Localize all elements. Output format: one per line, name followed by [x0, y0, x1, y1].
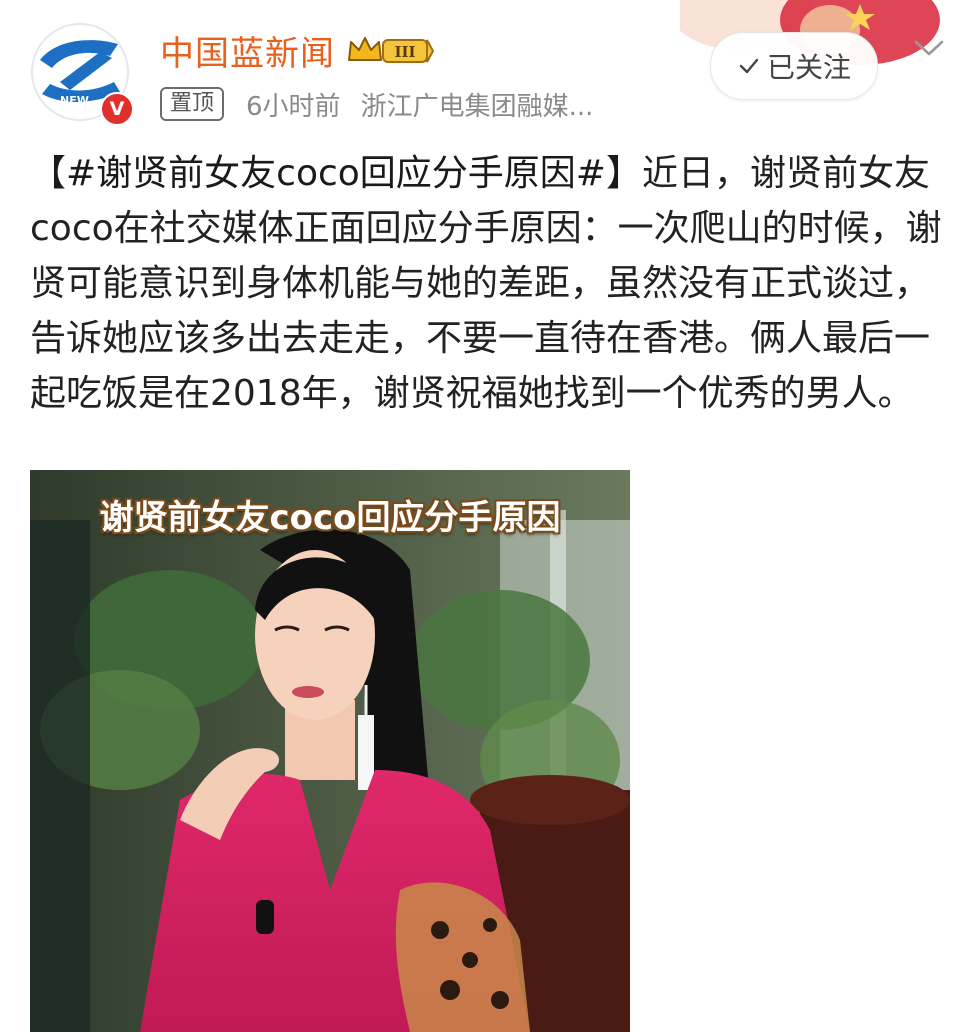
- member-level-text: III: [394, 43, 415, 61]
- chevron-down-icon[interactable]: [912, 36, 946, 60]
- weibo-post: NEW V 中国蓝新闻 III 置顶 6小时前 浙江广电集团融媒... 已关注 …: [0, 0, 960, 1032]
- video-thumbnail[interactable]: 谢贤前女友coco回应分手原因: [30, 470, 630, 1032]
- verified-badge-mark: V: [109, 98, 125, 120]
- account-name-row: 中国蓝新闻 III: [160, 22, 435, 78]
- post-source[interactable]: 浙江广电集团融媒...: [361, 86, 594, 123]
- post-meta: 置顶 6小时前 浙江广电集团融媒...: [160, 82, 593, 126]
- video-caption: 谢贤前女友coco回应分手原因: [99, 498, 561, 538]
- follow-button[interactable]: 已关注: [710, 32, 878, 100]
- post-body: 【#谢贤前女友coco回应分手原因#】近日，谢贤前女友coco在社交媒体正面回应…: [30, 146, 942, 421]
- video-frame-image: [30, 470, 630, 1032]
- verified-badge-icon: V: [100, 92, 134, 126]
- avatar[interactable]: NEW V: [30, 22, 134, 126]
- avatar-logo-text: NEW: [60, 94, 89, 107]
- account-name[interactable]: 中国蓝新闻: [160, 26, 335, 75]
- pinned-badge: 置顶: [160, 87, 225, 121]
- post-time: 6小时前: [246, 91, 341, 122]
- member-level-badge[interactable]: III: [345, 32, 435, 68]
- topic-hashtag[interactable]: 【#谢贤前女友coco回应分手原因#】: [30, 153, 642, 194]
- follow-button-label: 已关注: [766, 51, 851, 84]
- crown-icon: III: [348, 37, 435, 63]
- check-icon: [739, 58, 759, 74]
